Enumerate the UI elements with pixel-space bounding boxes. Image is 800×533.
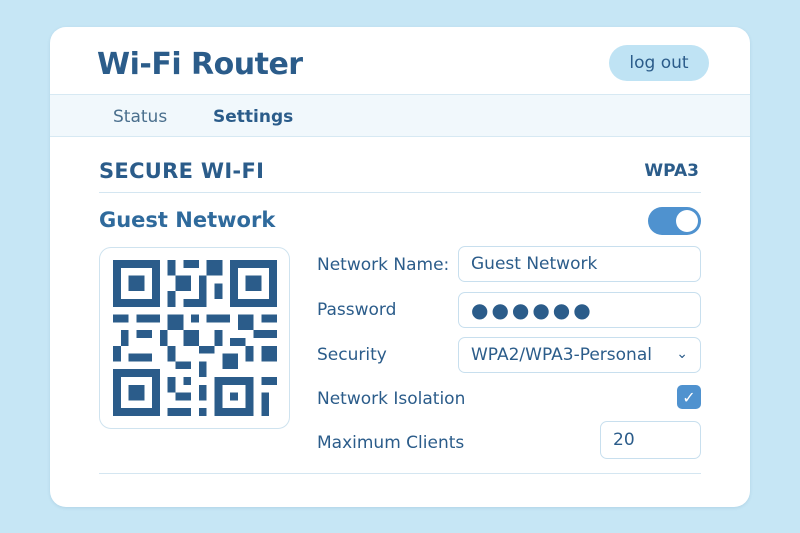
network-name-value: Guest Network bbox=[471, 254, 598, 274]
maximum-clients-label: Maximum Clients bbox=[317, 433, 465, 453]
section-title: SECURE WI-FI bbox=[99, 159, 265, 183]
tab-status[interactable]: Status bbox=[113, 107, 167, 127]
qr-code-box bbox=[99, 247, 290, 429]
checkmark-icon: ✓ bbox=[682, 387, 696, 407]
security-mode-badge: WPA3 bbox=[644, 161, 699, 181]
network-isolation-checkbox[interactable]: ✓ bbox=[677, 385, 701, 409]
maximum-clients-value: 20 bbox=[613, 430, 635, 450]
security-value: WPA2/WPA3-Personal bbox=[471, 345, 652, 365]
guest-network-toggle[interactable] bbox=[648, 207, 701, 235]
toggle-knob bbox=[676, 210, 698, 232]
guest-network-title: Guest Network bbox=[99, 208, 276, 232]
network-isolation-label: Network Isolation bbox=[317, 389, 466, 409]
password-value: ●●●●●● bbox=[471, 298, 594, 322]
router-panel: Wi-Fi Router log out Status Settings SEC… bbox=[50, 27, 750, 507]
tab-bar: Status Settings bbox=[50, 94, 750, 137]
logout-button[interactable]: log out bbox=[609, 45, 709, 81]
security-label: Security bbox=[317, 345, 387, 365]
tab-settings[interactable]: Settings bbox=[213, 107, 293, 127]
page-title: Wi-Fi Router bbox=[97, 47, 303, 82]
divider bbox=[99, 192, 701, 193]
password-label: Password bbox=[317, 300, 397, 320]
password-input[interactable]: ●●●●●● bbox=[458, 292, 701, 328]
maximum-clients-input[interactable]: 20 bbox=[600, 421, 701, 459]
security-select[interactable]: WPA2/WPA3-Personal ⌄ bbox=[458, 337, 701, 373]
chevron-down-icon: ⌄ bbox=[676, 346, 688, 362]
divider bbox=[99, 473, 701, 474]
network-name-label: Network Name: bbox=[317, 255, 450, 275]
qr-code-icon bbox=[113, 260, 277, 416]
network-name-input[interactable]: Guest Network bbox=[458, 246, 701, 282]
